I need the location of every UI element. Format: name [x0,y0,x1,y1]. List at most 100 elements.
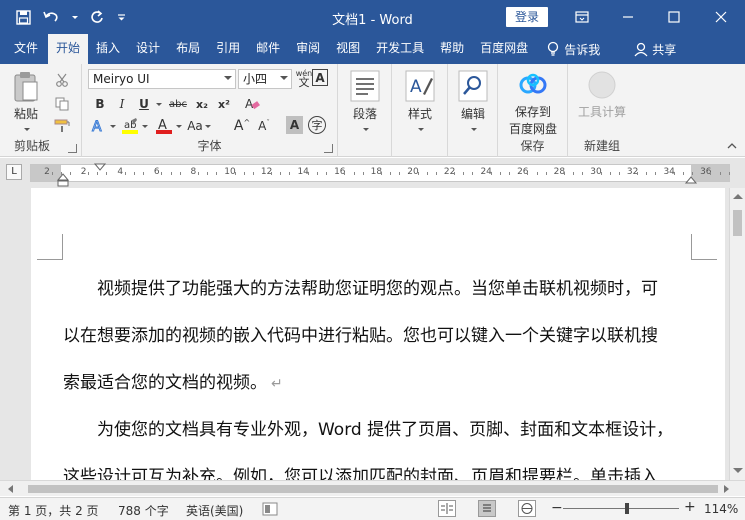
copy-icon[interactable] [52,94,72,114]
scroll-up-icon[interactable] [733,194,743,199]
italic-button[interactable]: I [112,94,132,114]
save-to-baidu-button[interactable]: 保存到 百度网盘 [502,70,564,137]
font-launcher-icon[interactable] [324,144,333,153]
tab-layout[interactable]: 布局 [168,34,208,64]
zoom-out-button[interactable]: − [551,500,563,516]
login-button[interactable]: 登录 [506,7,548,27]
svg-text:A: A [92,119,102,134]
ribbon-display-options-icon[interactable] [566,0,598,34]
tab-selector[interactable]: L [6,164,22,180]
page-count[interactable]: 第 1 页，共 2 页 [8,502,99,519]
share-button[interactable]: 共享 [626,34,684,64]
zoom-in-button[interactable]: + [684,499,696,515]
subscript-button[interactable]: x₂ [192,94,212,114]
horizontal-scrollbar[interactable] [0,480,745,496]
tab-file[interactable]: 文件 [0,34,48,64]
print-layout-icon[interactable] [478,500,496,517]
tell-me-button[interactable]: 告诉我 [538,34,608,64]
tab-view[interactable]: 视图 [328,34,368,64]
ruler-tick [682,172,684,175]
maximize-icon[interactable] [658,0,690,34]
strikethrough-button[interactable]: abc [166,94,190,114]
highlight-dropdown-icon[interactable] [142,125,148,128]
change-case-button[interactable]: Aa [186,116,212,136]
paste-button[interactable]: 粘贴 [8,70,44,136]
read-mode-icon[interactable] [438,500,456,517]
clear-formatting-icon[interactable]: A [242,94,262,114]
paragraph-2[interactable]: 为使您的文档具有专业外观，Word 提供了页眉、页脚、封面和文本框设计， 这些设… [63,407,693,480]
ruler-tick [380,172,382,175]
word-count[interactable]: 788 个字 [118,502,169,519]
paste-dropdown-icon[interactable] [24,128,30,131]
font-size-combo[interactable]: 小四 [238,69,292,89]
paragraph-button[interactable]: 段落 [346,70,384,136]
enclose-characters-button[interactable]: 字 [308,116,326,134]
font-color-icon[interactable]: A [154,116,174,136]
styles-label: 样式 [407,107,432,121]
paragraph-1[interactable]: 视频提供了功能强大的方法帮助您证明您的观点。当您单击联机视频时，可 以在想要添加… [63,266,693,408]
first-line-indent-marker[interactable] [93,160,107,174]
tab-insert[interactable]: 插入 [88,34,128,64]
clipboard-launcher-icon[interactable] [68,144,77,153]
tool-calc-button[interactable]: 工具计算 [570,70,634,120]
zoom-slider[interactable] [563,508,679,509]
scroll-right-icon[interactable] [724,485,729,493]
styles-button[interactable]: A 样式 [401,70,439,136]
horizontal-ruler[interactable]: 2 2 4 6 8 10 12 14 16 18 20 22 24 26 28 30 32 34 36 [30,163,730,187]
customize-qat-icon[interactable] [116,8,126,26]
vertical-scroll-thumb[interactable] [733,210,742,236]
undo-dropdown-icon[interactable] [70,8,78,26]
ruler-tick [673,172,675,175]
phonetic-guide-icon[interactable]: wén 文 [294,68,314,88]
underline-button[interactable]: U [134,94,154,114]
web-layout-icon[interactable] [518,500,536,517]
language-indicator[interactable]: 英语(美国) [186,502,243,519]
grow-font-button[interactable]: A ^ [232,116,252,136]
save-icon[interactable] [14,8,32,26]
cut-icon[interactable] [52,70,72,90]
shrink-font-label: A [258,119,267,133]
minimize-icon[interactable] [612,0,644,34]
zoom-level[interactable]: 114% [704,502,738,516]
ruler-number: 8 [190,167,197,177]
highlight-icon[interactable]: ab [120,116,140,136]
character-shading-button[interactable]: A [286,116,303,134]
tab-developer[interactable]: 开发工具 [368,34,432,64]
undo-icon[interactable] [42,8,60,26]
macro-record-icon[interactable] [262,502,278,519]
tab-baidu-netdisk[interactable]: 百度网盘 [472,34,536,64]
group-save-label: 保存 [520,139,545,153]
tab-help[interactable]: 帮助 [432,34,472,64]
close-icon[interactable] [705,0,737,34]
superscript-button[interactable]: x² [214,94,234,114]
document-page[interactable]: 视频提供了功能强大的方法帮助您证明您的观点。当您单击联机视频时，可 以在想要添加… [31,188,725,480]
editing-button[interactable]: 编辑 [454,70,492,136]
font-color-dropdown-icon[interactable] [176,125,182,128]
tab-design[interactable]: 设计 [128,34,168,64]
zoom-slider-thumb[interactable] [624,503,629,514]
tool-calc-label: 工具计算 [577,105,626,119]
tab-home[interactable]: 开始 [48,34,89,64]
tab-review[interactable]: 审阅 [288,34,328,64]
underline-dropdown-icon[interactable] [156,103,162,106]
tab-references[interactable]: 引用 [208,34,248,64]
text-effects-dropdown-icon[interactable] [110,125,116,128]
format-painter-icon[interactable] [52,116,72,136]
scroll-down-icon[interactable] [733,468,743,473]
redo-icon[interactable] [88,8,106,26]
ruler-tick [271,172,273,175]
shrink-font-button[interactable]: Aˇ [254,116,274,136]
right-indent-marker[interactable] [684,173,698,187]
scroll-left-icon[interactable] [8,485,13,493]
ruler-tick [106,172,108,175]
ruler-tick [216,172,218,175]
character-border-icon[interactable]: A [312,69,328,86]
horizontal-scroll-thumb[interactable] [28,485,718,493]
vertical-scrollbar[interactable] [729,188,745,480]
ruler-tick [582,172,584,175]
collapse-ribbon-icon[interactable] [722,136,742,156]
font-name-combo[interactable]: Meiryo UI [88,69,236,89]
tab-mailings[interactable]: 邮件 [248,34,288,64]
text-effects-icon[interactable]: A [88,116,108,136]
bold-button[interactable]: B [90,94,110,114]
